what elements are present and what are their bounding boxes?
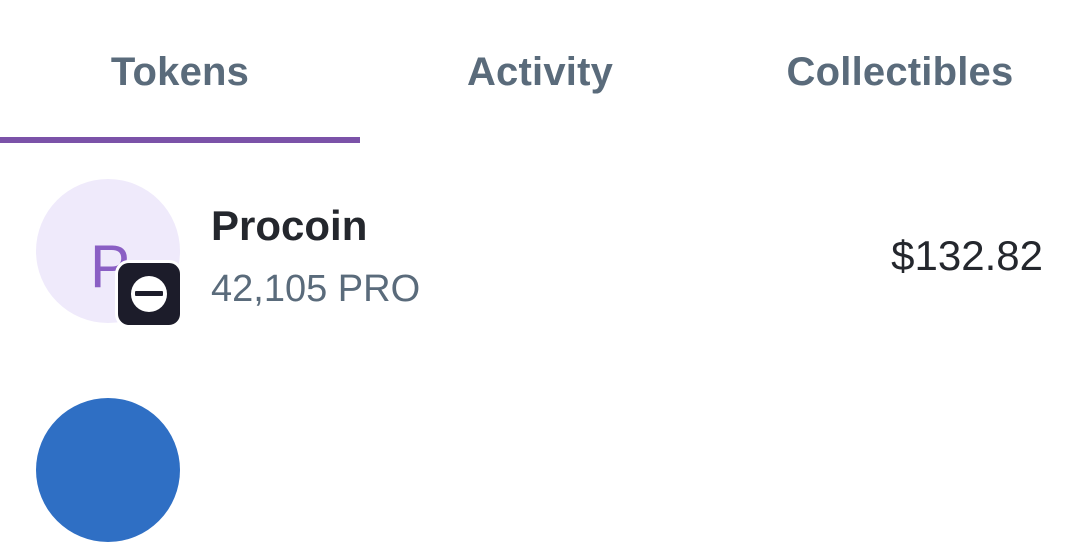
token-name: Procoin — [211, 202, 368, 249]
token-fiat-value: $132.82 — [891, 232, 1043, 279]
tab-tokens-label: Tokens — [110, 50, 250, 94]
network-badge-icon — [115, 260, 183, 328]
tab-collectibles-label: Collectibles — [786, 50, 1014, 94]
tab-collectibles[interactable]: Collectibles — [720, 0, 1080, 143]
tab-activity-label: Activity — [466, 50, 614, 94]
next-token-avatar — [36, 398, 180, 542]
tab-activity[interactable]: Activity — [360, 0, 720, 143]
tab-bar: Tokens Activity Collectibles — [0, 0, 1080, 143]
token-amount: 42,105 PRO — [211, 268, 421, 310]
active-tab-indicator — [0, 137, 360, 143]
tab-tokens[interactable]: Tokens — [0, 0, 360, 143]
token-row-procoin[interactable]: P Procoin 42,105 PRO $132.82 — [0, 160, 1080, 340]
